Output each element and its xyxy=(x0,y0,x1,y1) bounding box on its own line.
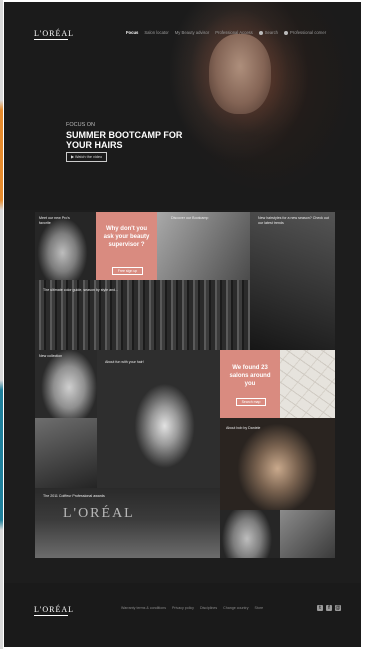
footer: L'ORÉAL Warranty terms & conditions Priv… xyxy=(4,583,361,647)
nav-search-label: Search xyxy=(264,30,279,35)
footer-link-privacy[interactable]: Privacy policy xyxy=(172,606,194,610)
hero-face-image xyxy=(209,34,271,114)
tile-awards[interactable]: The 2011 Coiffeur Professional awards L'… xyxy=(35,488,220,558)
footer-link-warranty[interactable]: Warranty terms & conditions xyxy=(121,606,166,610)
hero-title: SUMMER BOOTCAMP FOR YOUR HAIRS xyxy=(66,130,183,150)
footer-links: Warranty terms & conditions Privacy poli… xyxy=(121,606,263,610)
tile-fun-hair[interactable]: About fun with your hair! xyxy=(97,350,220,488)
free-signup-button[interactable]: Free sign up xyxy=(112,267,143,275)
footer-link-disciplines[interactable]: Disciplines xyxy=(200,606,217,610)
tile-caption: About bob by Daniele xyxy=(226,426,261,430)
watch-video-button[interactable]: ▶ Watch the video xyxy=(66,152,108,162)
salons-found-title: We found 23 salons around you xyxy=(229,365,271,387)
beauty-supervisor-title: Why don't you ask your beauty supervisor… xyxy=(103,226,150,248)
tile-man-glasses[interactable] xyxy=(220,510,280,558)
email-icon[interactable]: @ xyxy=(335,605,341,611)
nav-corner-label: Professional corner xyxy=(290,30,327,35)
user-icon xyxy=(284,30,289,35)
logo-underline xyxy=(34,39,68,40)
tile-caption: The 2011 Coiffeur Professional awards xyxy=(43,494,105,498)
tile-new-collection[interactable]: New collection xyxy=(35,350,97,418)
nav-item-professional-access[interactable]: Professional Access xyxy=(215,30,252,35)
footer-logo-underline xyxy=(34,615,68,616)
footer-link-change-country[interactable]: Change country xyxy=(223,606,248,610)
search-map-button[interactable]: Search map xyxy=(236,398,266,406)
footer-link-store[interactable]: Store xyxy=(255,606,264,610)
nav-item-focus[interactable]: Focus xyxy=(126,30,138,35)
social-links: t f @ xyxy=(317,605,341,611)
hero-banner: L'ORÉAL Focus Salon locator My Beauty ad… xyxy=(4,2,361,210)
tile-caption: Discover our Bootcamp xyxy=(171,216,209,220)
tile-bob-daniele[interactable]: About bob by Daniele xyxy=(220,418,335,510)
tile-new-hairstyles[interactable]: New hairstyles for a new season? Check o… xyxy=(250,212,335,350)
browser-left-strip xyxy=(0,0,3,649)
facebook-icon[interactable]: f xyxy=(326,605,332,611)
page: L'ORÉAL Focus Salon locator My Beauty ad… xyxy=(4,2,361,647)
nav-item-beauty-advisor[interactable]: My Beauty advisor xyxy=(175,30,209,35)
brand-logo[interactable]: L'ORÉAL xyxy=(34,29,74,38)
footer-logo[interactable]: L'ORÉAL xyxy=(34,605,74,614)
stage-logo: L'ORÉAL xyxy=(63,506,135,521)
tile-beauty-supervisor[interactable]: Why don't you ask your beauty supervisor… xyxy=(96,212,157,280)
watch-video-label: Watch the video xyxy=(74,155,103,159)
tile-caption: The ultimate color guide, season by styl… xyxy=(43,288,119,292)
search-icon xyxy=(258,30,263,35)
tile-barber[interactable] xyxy=(35,418,97,488)
tile-caption: Meet our new Pro's favorite xyxy=(39,216,70,225)
nav-item-salon-locator[interactable]: Salon locator xyxy=(144,30,168,35)
salon-map[interactable] xyxy=(280,350,335,418)
tile-salons-found[interactable]: We found 23 salons around you Search map xyxy=(220,350,280,418)
main-nav: Focus Salon locator My Beauty advisor Pr… xyxy=(126,30,326,35)
tile-caption: New hairstyles for a new season? Check o… xyxy=(258,216,329,225)
tile-caption: About fun with your hair! xyxy=(105,360,144,364)
tile-caption: New collection xyxy=(39,354,63,358)
tile-stylists[interactable] xyxy=(280,510,335,558)
tile-pro-favorite[interactable]: Meet our new Pro's favorite xyxy=(35,212,96,280)
nav-item-search[interactable]: Search xyxy=(258,30,279,35)
tile-color-guide[interactable]: The ultimate color guide, season by styl… xyxy=(35,280,250,350)
tile-bootcamp[interactable]: Discover our Bootcamp xyxy=(157,212,250,280)
twitter-icon[interactable]: t xyxy=(317,605,323,611)
hero-kicker: FOCUS ON xyxy=(66,122,96,128)
nav-item-professional-corner[interactable]: Professional corner xyxy=(284,30,326,35)
